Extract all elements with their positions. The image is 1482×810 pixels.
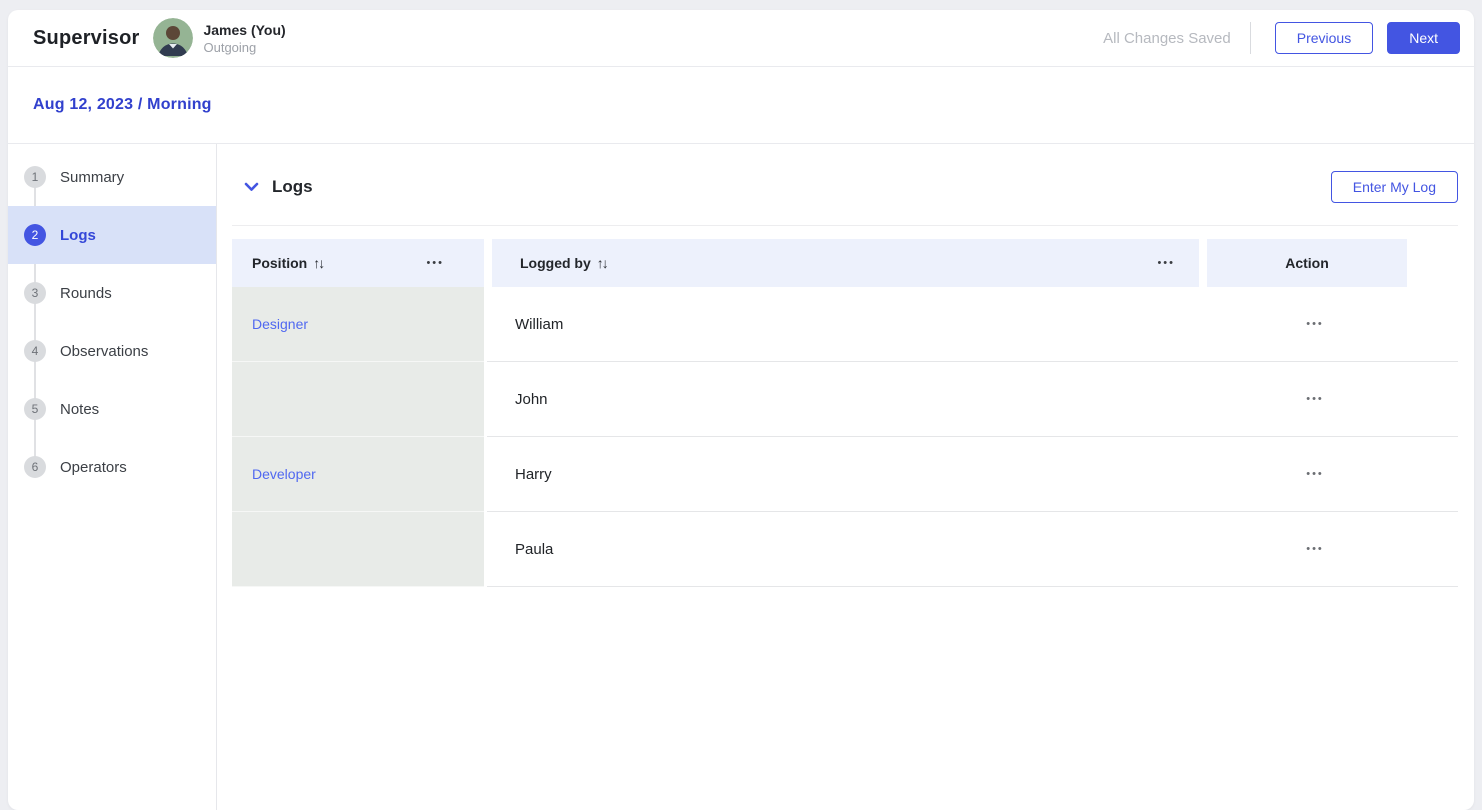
sidebar-step[interactable]: 5 Notes [8,380,216,438]
table-row: John ••• [232,362,1458,437]
row-action-cell: ••• [1215,469,1415,480]
column-header-logged-by[interactable]: Logged by ↑↓ ••• [492,239,1199,287]
row-more-icon[interactable]: ••• [1306,469,1324,480]
position-header-label: Position [252,255,307,271]
sidebar-step[interactable]: 2 Logs [8,206,216,264]
vertical-divider [1250,22,1251,54]
position-cell: Developer [232,437,484,512]
position-cell: Designer [232,287,484,362]
content-area: 1 Summary 2 Logs 3 Rounds 4 Observations… [8,144,1474,810]
row-action-cell: ••• [1215,544,1415,555]
top-bar-actions: All Changes Saved Previous Next [1103,22,1460,54]
app-card: Supervisor James (You) Outgoing All Chan… [8,10,1474,810]
sort-icon[interactable]: ↑↓ [313,255,323,271]
previous-button[interactable]: Previous [1275,22,1373,54]
table-body: Designer William ••• John ••• Developer … [232,287,1458,587]
sidebar-step[interactable]: 6 Operators [8,438,216,496]
next-button[interactable]: Next [1387,22,1460,54]
row-action-cell: ••• [1215,394,1415,405]
step-label: Logs [60,227,96,244]
user-status: Outgoing [203,40,285,55]
position-link[interactable]: Designer [252,316,308,332]
column-header-action: Action [1207,239,1407,287]
position-link[interactable]: Developer [252,466,316,482]
row-main-cell: John ••• [487,362,1458,437]
main-panel: Logs Enter My Log Position ↑↓ ••• Logged… [217,144,1474,810]
page-title: Supervisor [33,27,139,50]
step-number-badge: 6 [24,456,46,478]
action-header-label: Action [1285,255,1329,271]
step-number-badge: 3 [24,282,46,304]
enter-my-log-button[interactable]: Enter My Log [1331,171,1458,203]
section-title: Logs [272,177,313,197]
logged-by-value: William [515,316,1215,333]
step-number-badge: 5 [24,398,46,420]
current-user: James (You) Outgoing [153,18,285,58]
row-main-cell: Paula ••• [487,512,1458,587]
logged-by-value: Paula [515,541,1215,558]
step-number-badge: 4 [24,340,46,362]
save-status: All Changes Saved [1103,30,1231,47]
step-label: Observations [60,343,148,360]
breadcrumb: Aug 12, 2023 / Morning [33,96,212,114]
section-divider [232,225,1458,226]
position-cell [232,512,484,587]
top-bar: Supervisor James (You) Outgoing All Chan… [8,10,1474,67]
row-main-cell: William ••• [487,287,1458,362]
row-more-icon[interactable]: ••• [1306,319,1324,330]
logged-by-value: John [515,391,1215,408]
step-label: Summary [60,169,124,186]
stepper: 1 Summary 2 Logs 3 Rounds 4 Observations… [8,148,216,496]
header-end-spacer [1415,239,1458,287]
user-name: James (You) [203,22,285,38]
column-menu-icon[interactable]: ••• [1157,258,1175,269]
step-number-badge: 2 [24,224,46,246]
logged-by-header-label: Logged by [520,255,591,271]
step-number-badge: 1 [24,166,46,188]
position-cell [232,362,484,437]
sidebar-step[interactable]: 3 Rounds [8,264,216,322]
column-menu-icon[interactable]: ••• [426,258,444,269]
table-row: Paula ••• [232,512,1458,587]
table-row: Designer William ••• [232,287,1458,362]
step-label: Rounds [60,285,112,302]
table-row: Developer Harry ••• [232,437,1458,512]
row-more-icon[interactable]: ••• [1306,394,1324,405]
sidebar-step[interactable]: 1 Summary [8,148,216,206]
step-label: Notes [60,401,99,418]
user-meta: James (You) Outgoing [203,22,285,55]
logs-section-header: Logs Enter My Log [232,170,1458,204]
column-header-position[interactable]: Position ↑↓ ••• [232,239,484,287]
sidebar-step[interactable]: 4 Observations [8,322,216,380]
row-main-cell: Harry ••• [487,437,1458,512]
table-header: Position ↑↓ ••• Logged by ↑↓ ••• Action [232,239,1458,287]
logged-by-value: Harry [515,466,1215,483]
collapse-toggle[interactable] [244,182,259,192]
breadcrumb-bar: Aug 12, 2023 / Morning [8,67,1474,144]
row-more-icon[interactable]: ••• [1306,544,1324,555]
sidebar: 1 Summary 2 Logs 3 Rounds 4 Observations… [8,144,217,810]
step-label: Operators [60,459,127,476]
chevron-down-icon [244,182,259,192]
logs-table: Position ↑↓ ••• Logged by ↑↓ ••• Action [232,239,1458,587]
avatar [153,18,193,58]
sort-icon[interactable]: ↑↓ [597,255,607,271]
row-action-cell: ••• [1215,319,1415,330]
